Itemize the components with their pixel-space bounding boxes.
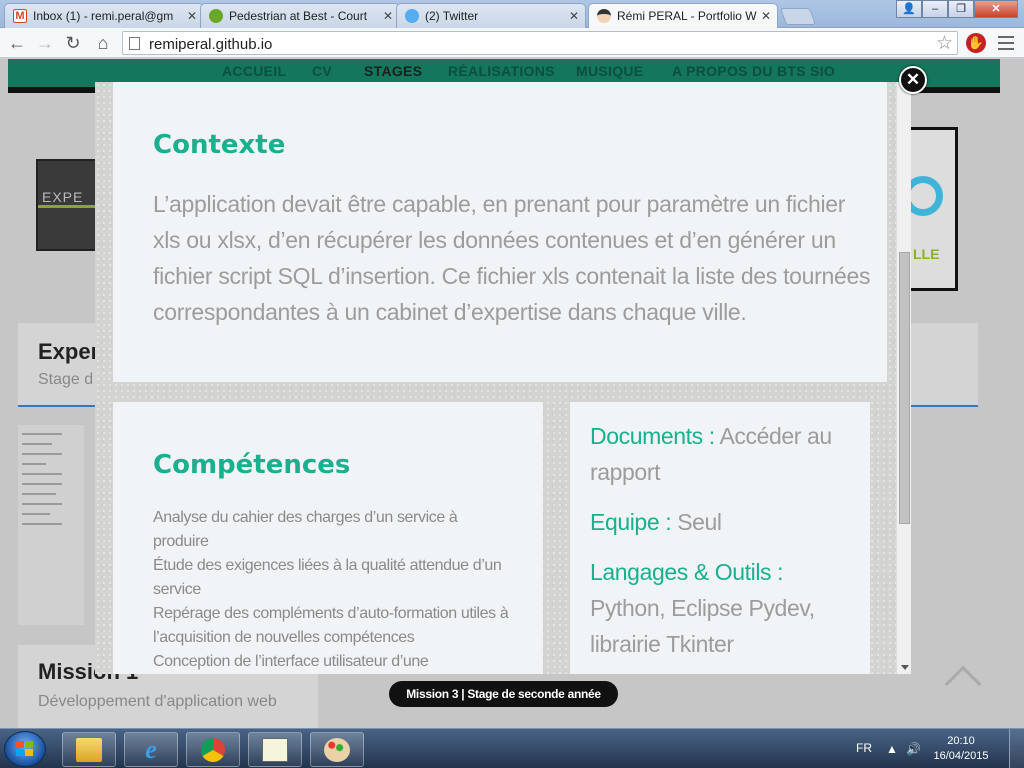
avatar-icon bbox=[597, 9, 611, 23]
competences-heading: Compétences bbox=[153, 450, 351, 480]
mission-card-subtitle: Développement d'application web bbox=[38, 693, 277, 710]
langages-label: Langages & Outils : bbox=[590, 559, 784, 585]
close-tab-icon[interactable]: ✕ bbox=[569, 9, 579, 23]
reload-icon[interactable]: ↻ bbox=[62, 32, 84, 54]
home-icon[interactable]: ⌂ bbox=[92, 32, 114, 54]
minimize-icon[interactable]: – bbox=[922, 0, 948, 18]
chrome-icon bbox=[201, 738, 225, 762]
close-tab-icon[interactable]: ✕ bbox=[761, 9, 771, 23]
page-icon bbox=[129, 37, 140, 50]
competences-list: Analyse du cahier des charges d’un servi… bbox=[153, 506, 513, 674]
browser-tab-bar: M Inbox (1) - remi.peral@gm ✕ Pedestrian… bbox=[0, 0, 1024, 28]
details-panel: Documents : Accéder au rapport Equipe : … bbox=[570, 402, 870, 674]
nav-item-apropos[interactable]: A PROPOS DU BTS SIO bbox=[672, 63, 835, 79]
mission-modal: Contexte L’application devait être capab… bbox=[95, 82, 911, 674]
competence-item: Étude des exigences liées à la qualité a… bbox=[153, 557, 502, 598]
folder-icon bbox=[76, 738, 102, 762]
volume-icon[interactable]: 🔊 bbox=[906, 742, 921, 756]
new-tab-button[interactable] bbox=[779, 8, 817, 25]
twitter-icon bbox=[405, 9, 419, 23]
tab-title: (2) Twitter bbox=[425, 9, 479, 23]
window-controls: 👤 – ❐ ✕ bbox=[896, 0, 1018, 18]
forward-arrow-icon[interactable]: → bbox=[34, 32, 56, 54]
documents-row: Documents : Accéder au rapport bbox=[590, 418, 860, 490]
clock[interactable]: 20:10 16/04/2015 bbox=[930, 734, 992, 764]
context-heading: Contexte bbox=[153, 130, 286, 160]
close-tab-icon[interactable]: ✕ bbox=[383, 9, 393, 23]
langages-row: Langages & Outils : Python, Eclipse Pyde… bbox=[590, 554, 860, 662]
taskbar-explorer[interactable] bbox=[62, 732, 116, 767]
windows-logo-icon bbox=[16, 741, 34, 757]
document-thumbnail bbox=[18, 425, 84, 625]
taskbar-ie[interactable]: e bbox=[124, 732, 178, 767]
scroll-down-arrow-icon[interactable] bbox=[901, 665, 909, 670]
nav-item-realisations[interactable]: RÉALISATIONS bbox=[448, 63, 555, 79]
competences-panel: Compétences Analyse du cahier des charge… bbox=[113, 402, 543, 674]
logo-text-right: LLE bbox=[913, 246, 940, 262]
nav-item-stages[interactable]: STAGES bbox=[364, 63, 422, 79]
tab-spotify[interactable]: Pedestrian at Best - Court ✕ bbox=[200, 3, 400, 28]
tab-twitter[interactable]: (2) Twitter ✕ bbox=[396, 3, 586, 28]
browser-toolbar: ← → ↻ ⌂ remiperal.github.io ☆ bbox=[0, 28, 1024, 58]
clock-date: 16/04/2015 bbox=[933, 750, 989, 762]
start-button[interactable] bbox=[4, 731, 46, 767]
nav-item-musique[interactable]: MUSIQUE bbox=[576, 63, 643, 79]
internet-explorer-icon: e bbox=[145, 735, 157, 764]
competence-item: Analyse du cahier des charges d’un servi… bbox=[153, 509, 458, 550]
notepad-icon bbox=[262, 738, 288, 762]
clock-time: 20:10 bbox=[947, 735, 975, 747]
modal-content: Contexte L’application devait être capab… bbox=[95, 82, 896, 674]
user-icon[interactable]: 👤 bbox=[896, 0, 922, 18]
mission-card-title: Exper bbox=[38, 339, 100, 364]
nav-item-cv[interactable]: CV bbox=[312, 63, 332, 79]
close-tab-icon[interactable]: ✕ bbox=[187, 9, 197, 23]
mission-card-subtitle: Stage d bbox=[38, 371, 94, 388]
windows-taskbar: e FR ▲ 🔊 20:10 16/04/2015 bbox=[0, 728, 1024, 768]
documents-label: Documents : bbox=[590, 423, 715, 449]
spotify-icon bbox=[209, 9, 223, 23]
context-text: L’application devait être capable, en pr… bbox=[153, 191, 871, 325]
close-modal-icon[interactable]: ✕ bbox=[899, 66, 927, 94]
tab-title: Rémi PERAL - Portfolio W bbox=[617, 9, 757, 23]
show-desktop-button[interactable] bbox=[1009, 729, 1024, 768]
menu-icon[interactable] bbox=[998, 36, 1014, 50]
close-window-icon[interactable]: ✕ bbox=[974, 0, 1018, 18]
nav-item-accueil[interactable]: ACCUEIL bbox=[222, 63, 286, 79]
tray-arrow-icon[interactable]: ▲ bbox=[886, 742, 898, 756]
equipe-row: Equipe : Seul bbox=[590, 504, 860, 540]
tab-title: Pedestrian at Best - Court bbox=[229, 9, 368, 23]
tab-gmail[interactable]: M Inbox (1) - remi.peral@gm ✕ bbox=[4, 3, 204, 28]
competence-item: Conception de l’interface utilisateur d’… bbox=[153, 653, 429, 670]
modal-caption: Mission 3 | Stage de seconde année bbox=[389, 681, 618, 707]
gmail-icon: M bbox=[13, 9, 27, 23]
back-arrow-icon[interactable]: ← bbox=[6, 32, 28, 54]
context-panel: Contexte L’application devait être capab… bbox=[113, 82, 887, 382]
paint-icon bbox=[324, 738, 350, 762]
url-text: remiperal.github.io bbox=[149, 36, 273, 53]
competence-item: Repérage des compléments d’auto-formatio… bbox=[153, 605, 509, 646]
scroll-top-chevron-icon[interactable] bbox=[944, 665, 982, 703]
equipe-label: Equipe : bbox=[590, 509, 672, 535]
adblock-extension-icon[interactable]: ✋ bbox=[966, 33, 986, 53]
taskbar-notepad[interactable] bbox=[248, 732, 302, 767]
equipe-value: Seul bbox=[677, 509, 722, 535]
modal-scrollbar[interactable] bbox=[896, 82, 911, 674]
tab-portfolio[interactable]: Rémi PERAL - Portfolio W ✕ bbox=[588, 3, 778, 28]
restore-icon[interactable]: ❐ bbox=[948, 0, 974, 18]
logo-text: EXPE bbox=[42, 189, 84, 205]
scrollbar-thumb[interactable] bbox=[899, 252, 910, 524]
language-indicator[interactable]: FR bbox=[856, 741, 872, 755]
taskbar-chrome[interactable] bbox=[186, 732, 240, 767]
langages-value: Python, Eclipse Pydev, librairie Tkinter bbox=[590, 595, 815, 657]
bookmark-star-icon[interactable]: ☆ bbox=[936, 32, 953, 55]
tab-title: Inbox (1) - remi.peral@gm bbox=[33, 9, 174, 23]
address-bar[interactable]: remiperal.github.io ☆ bbox=[122, 31, 958, 55]
taskbar-paint[interactable] bbox=[310, 732, 364, 767]
